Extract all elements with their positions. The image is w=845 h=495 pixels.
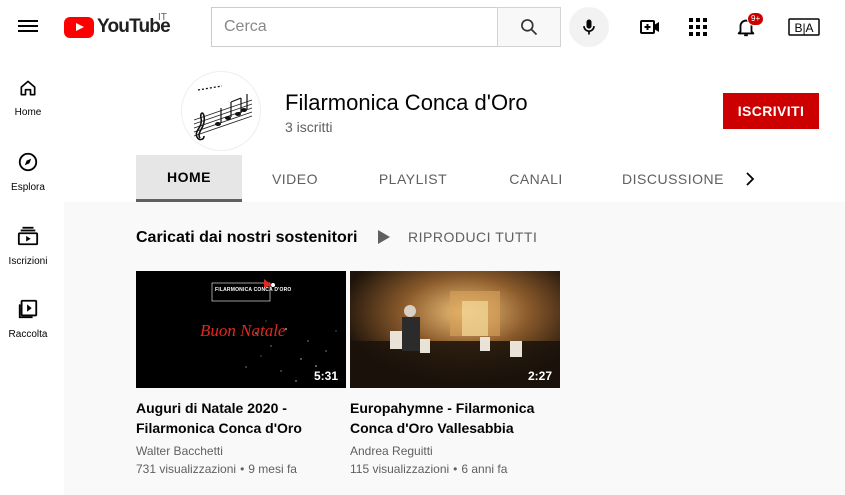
sidebar-item-subscriptions[interactable]: Iscrizioni bbox=[0, 225, 56, 285]
library-icon bbox=[18, 299, 38, 319]
meta-separator: • bbox=[453, 462, 458, 476]
account-initials: B|A bbox=[794, 21, 813, 35]
notification-badge: 9+ bbox=[747, 12, 765, 26]
upload-age: 6 anni fa bbox=[461, 462, 508, 476]
subscriber-count: 3 iscritti bbox=[285, 119, 333, 135]
play-all-label: RIPRODUCI TUTTI bbox=[408, 229, 538, 245]
section-title: Caricati dai nostri sostenitori bbox=[136, 229, 358, 246]
sidebar-item-home[interactable]: Home bbox=[0, 78, 56, 138]
video-duration: 2:27 bbox=[527, 369, 552, 383]
channel-tabs: HOME VIDEO PLAYLIST CANALI DISCUSSIONE bbox=[136, 155, 776, 202]
video-thumbnail[interactable]: FILARMONICA CONCA D'ORO Buon Natale 5:31 bbox=[136, 271, 346, 388]
main-content: Filarmonica Conca d'Oro 3 iscritti ISCRI… bbox=[64, 55, 845, 495]
tab-home[interactable]: HOME bbox=[136, 155, 242, 202]
video-title[interactable]: Auguri di Natale 2020 - Filarmonica Conc… bbox=[136, 398, 336, 438]
view-count: 731 visualizzazioni bbox=[136, 462, 237, 476]
sidebar-item-label: Raccolta bbox=[8, 329, 48, 340]
voice-search-button[interactable] bbox=[569, 7, 609, 47]
sidebar-item-label: Home bbox=[14, 107, 42, 118]
video-title[interactable]: Europahymne - Filarmonica Conca d'Oro Va… bbox=[350, 398, 550, 438]
account-avatar[interactable]: B|A bbox=[788, 15, 820, 39]
thumbnail-logo-text: FILARMONICA CONCA D'ORO bbox=[215, 287, 292, 293]
sidebar-item-library[interactable]: Raccolta bbox=[0, 298, 56, 358]
video-meta: 115 visualizzazioni • 6 anni fa bbox=[350, 462, 560, 476]
chevron-right-icon bbox=[746, 172, 755, 186]
video-thumbnail[interactable]: 2:27 bbox=[350, 271, 560, 388]
channel-avatar[interactable] bbox=[181, 71, 261, 151]
tab-channels[interactable]: CANALI bbox=[478, 155, 594, 202]
menu-icon[interactable] bbox=[16, 17, 40, 37]
tab-discussion[interactable]: DISCUSSIONE bbox=[594, 155, 752, 202]
tabs-scroll-right-button[interactable] bbox=[737, 167, 761, 191]
search-icon bbox=[521, 19, 538, 36]
video-card[interactable]: 2:27 Europahymne - Filarmonica Conca d'O… bbox=[350, 271, 560, 476]
video-card[interactable]: FILARMONICA CONCA D'ORO Buon Natale 5:31… bbox=[136, 271, 346, 476]
search-button[interactable] bbox=[497, 7, 561, 47]
tab-video[interactable]: VIDEO bbox=[242, 155, 348, 202]
channel-name: Filarmonica Conca d'Oro bbox=[285, 90, 528, 115]
tab-playlist[interactable]: PLAYLIST bbox=[348, 155, 478, 202]
apps-button[interactable] bbox=[686, 15, 710, 39]
microphone-icon bbox=[583, 19, 595, 35]
sidebar-item-label: Esplora bbox=[11, 182, 45, 193]
video-meta: 731 visualizzazioni • 9 mesi fa bbox=[136, 462, 346, 476]
subscriptions-icon bbox=[17, 226, 39, 246]
search-box bbox=[211, 7, 498, 47]
compass-icon bbox=[18, 152, 38, 172]
thumbnail-greeting: Buon Natale bbox=[200, 321, 286, 340]
home-icon bbox=[20, 80, 36, 96]
video-duration: 5:31 bbox=[313, 369, 338, 383]
top-bar: YouTube IT 9+ B|A bbox=[0, 0, 845, 55]
search-input[interactable] bbox=[212, 8, 498, 46]
sidebar-item-explore[interactable]: Esplora bbox=[0, 151, 56, 211]
youtube-play-icon bbox=[64, 16, 94, 38]
music-notes-logo bbox=[193, 85, 253, 141]
meta-separator: • bbox=[240, 462, 245, 476]
youtube-logo[interactable]: YouTube IT bbox=[64, 12, 171, 39]
video-add-icon bbox=[640, 20, 659, 34]
subscribe-button[interactable]: ISCRIVITI bbox=[723, 93, 819, 129]
create-video-button[interactable] bbox=[638, 15, 662, 39]
play-all-button[interactable]: RIPRODUCI TUTTI bbox=[372, 225, 537, 249]
view-count: 115 visualizzazioni bbox=[350, 462, 450, 476]
video-author[interactable]: Walter Bacchetti bbox=[136, 444, 346, 458]
upload-age: 9 mesi fa bbox=[248, 462, 297, 476]
notifications-button[interactable]: 9+ bbox=[734, 12, 765, 39]
country-code: IT bbox=[158, 12, 167, 23]
play-icon bbox=[378, 230, 390, 244]
account-icon: B|A bbox=[788, 18, 820, 36]
sidebar-item-label: Iscrizioni bbox=[8, 256, 48, 267]
apps-grid-icon bbox=[689, 18, 707, 36]
channel-header: Filarmonica Conca d'Oro 3 iscritti ISCRI… bbox=[64, 55, 845, 202]
video-author[interactable]: Andrea Reguitti bbox=[350, 444, 560, 458]
sidebar: Home Esplora Iscrizioni Raccolta bbox=[0, 55, 64, 495]
